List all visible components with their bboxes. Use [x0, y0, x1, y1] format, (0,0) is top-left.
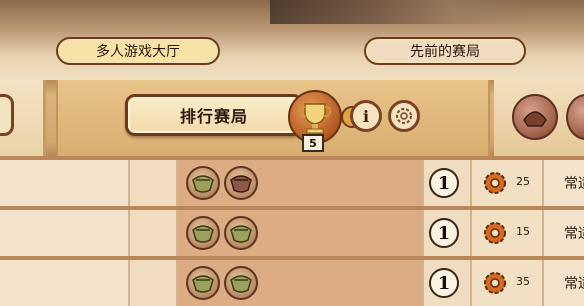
left-scroll-button[interactable] — [0, 94, 14, 136]
match-name-cell — [0, 260, 130, 306]
match-row[interactable]: 1 1 35 常适 — [0, 260, 584, 306]
gear-cell: 25 — [470, 160, 542, 206]
info-button[interactable]: i — [350, 100, 382, 132]
access-cell: 1 — [130, 260, 298, 306]
helmet-icon — [186, 216, 220, 250]
rank-badge: 1 — [429, 168, 459, 198]
mode-text: 常适 — [564, 176, 584, 192]
gear-value: 15 — [516, 225, 530, 238]
mode-cell: 常适 — [542, 260, 584, 306]
gear-icon — [484, 172, 506, 194]
helmet-icon — [224, 216, 258, 250]
helmet-icon[interactable] — [512, 94, 558, 140]
gear-icon — [484, 272, 506, 294]
ranked-match-button[interactable]: 排行赛局 — [125, 94, 303, 136]
match-name-cell — [0, 210, 130, 256]
mode-cell: 常适 — [542, 160, 584, 206]
settings-icon — [396, 108, 412, 124]
rank-badge: 1 — [429, 268, 459, 298]
info-icon: i — [362, 106, 370, 126]
helmet-icon — [224, 266, 258, 300]
match-name-cell — [0, 160, 130, 206]
gear-value: 25 — [516, 175, 530, 188]
helmet-icon-graphic — [523, 111, 547, 127]
mode-text: 常适 — [564, 276, 584, 292]
match-row[interactable]: 1 15 常适 — [0, 210, 584, 256]
rank-cell: 1 — [422, 260, 470, 306]
players-cell — [178, 260, 422, 306]
access-cell — [130, 160, 295, 206]
helmet-icon — [224, 166, 258, 200]
mode-text: 常适 — [564, 226, 584, 242]
tab-multiplayer-lobby[interactable]: 多人游戏大厅 — [56, 37, 220, 65]
gear-value: 35 — [516, 275, 530, 288]
tab-previous-matches[interactable]: 先前的赛局 — [364, 37, 526, 65]
players-cell — [178, 160, 422, 206]
match-row[interactable]: 1 25 常适 — [0, 160, 584, 206]
access-cell — [130, 210, 295, 256]
gear-cell: 35 — [470, 260, 542, 306]
settings-button[interactable] — [388, 100, 420, 132]
rank-badge: 1 — [429, 218, 459, 248]
players-cell — [178, 210, 422, 256]
helmet-icon — [186, 166, 220, 200]
gear-cell: 15 — [470, 210, 542, 256]
trophy-count-badge: 5 — [302, 134, 324, 152]
helmet-icon — [186, 266, 220, 300]
gear-icon — [484, 222, 506, 244]
rank-cell: 1 — [422, 160, 470, 206]
mode-cell: 常适 — [542, 210, 584, 256]
rank-cell: 1 — [422, 210, 470, 256]
